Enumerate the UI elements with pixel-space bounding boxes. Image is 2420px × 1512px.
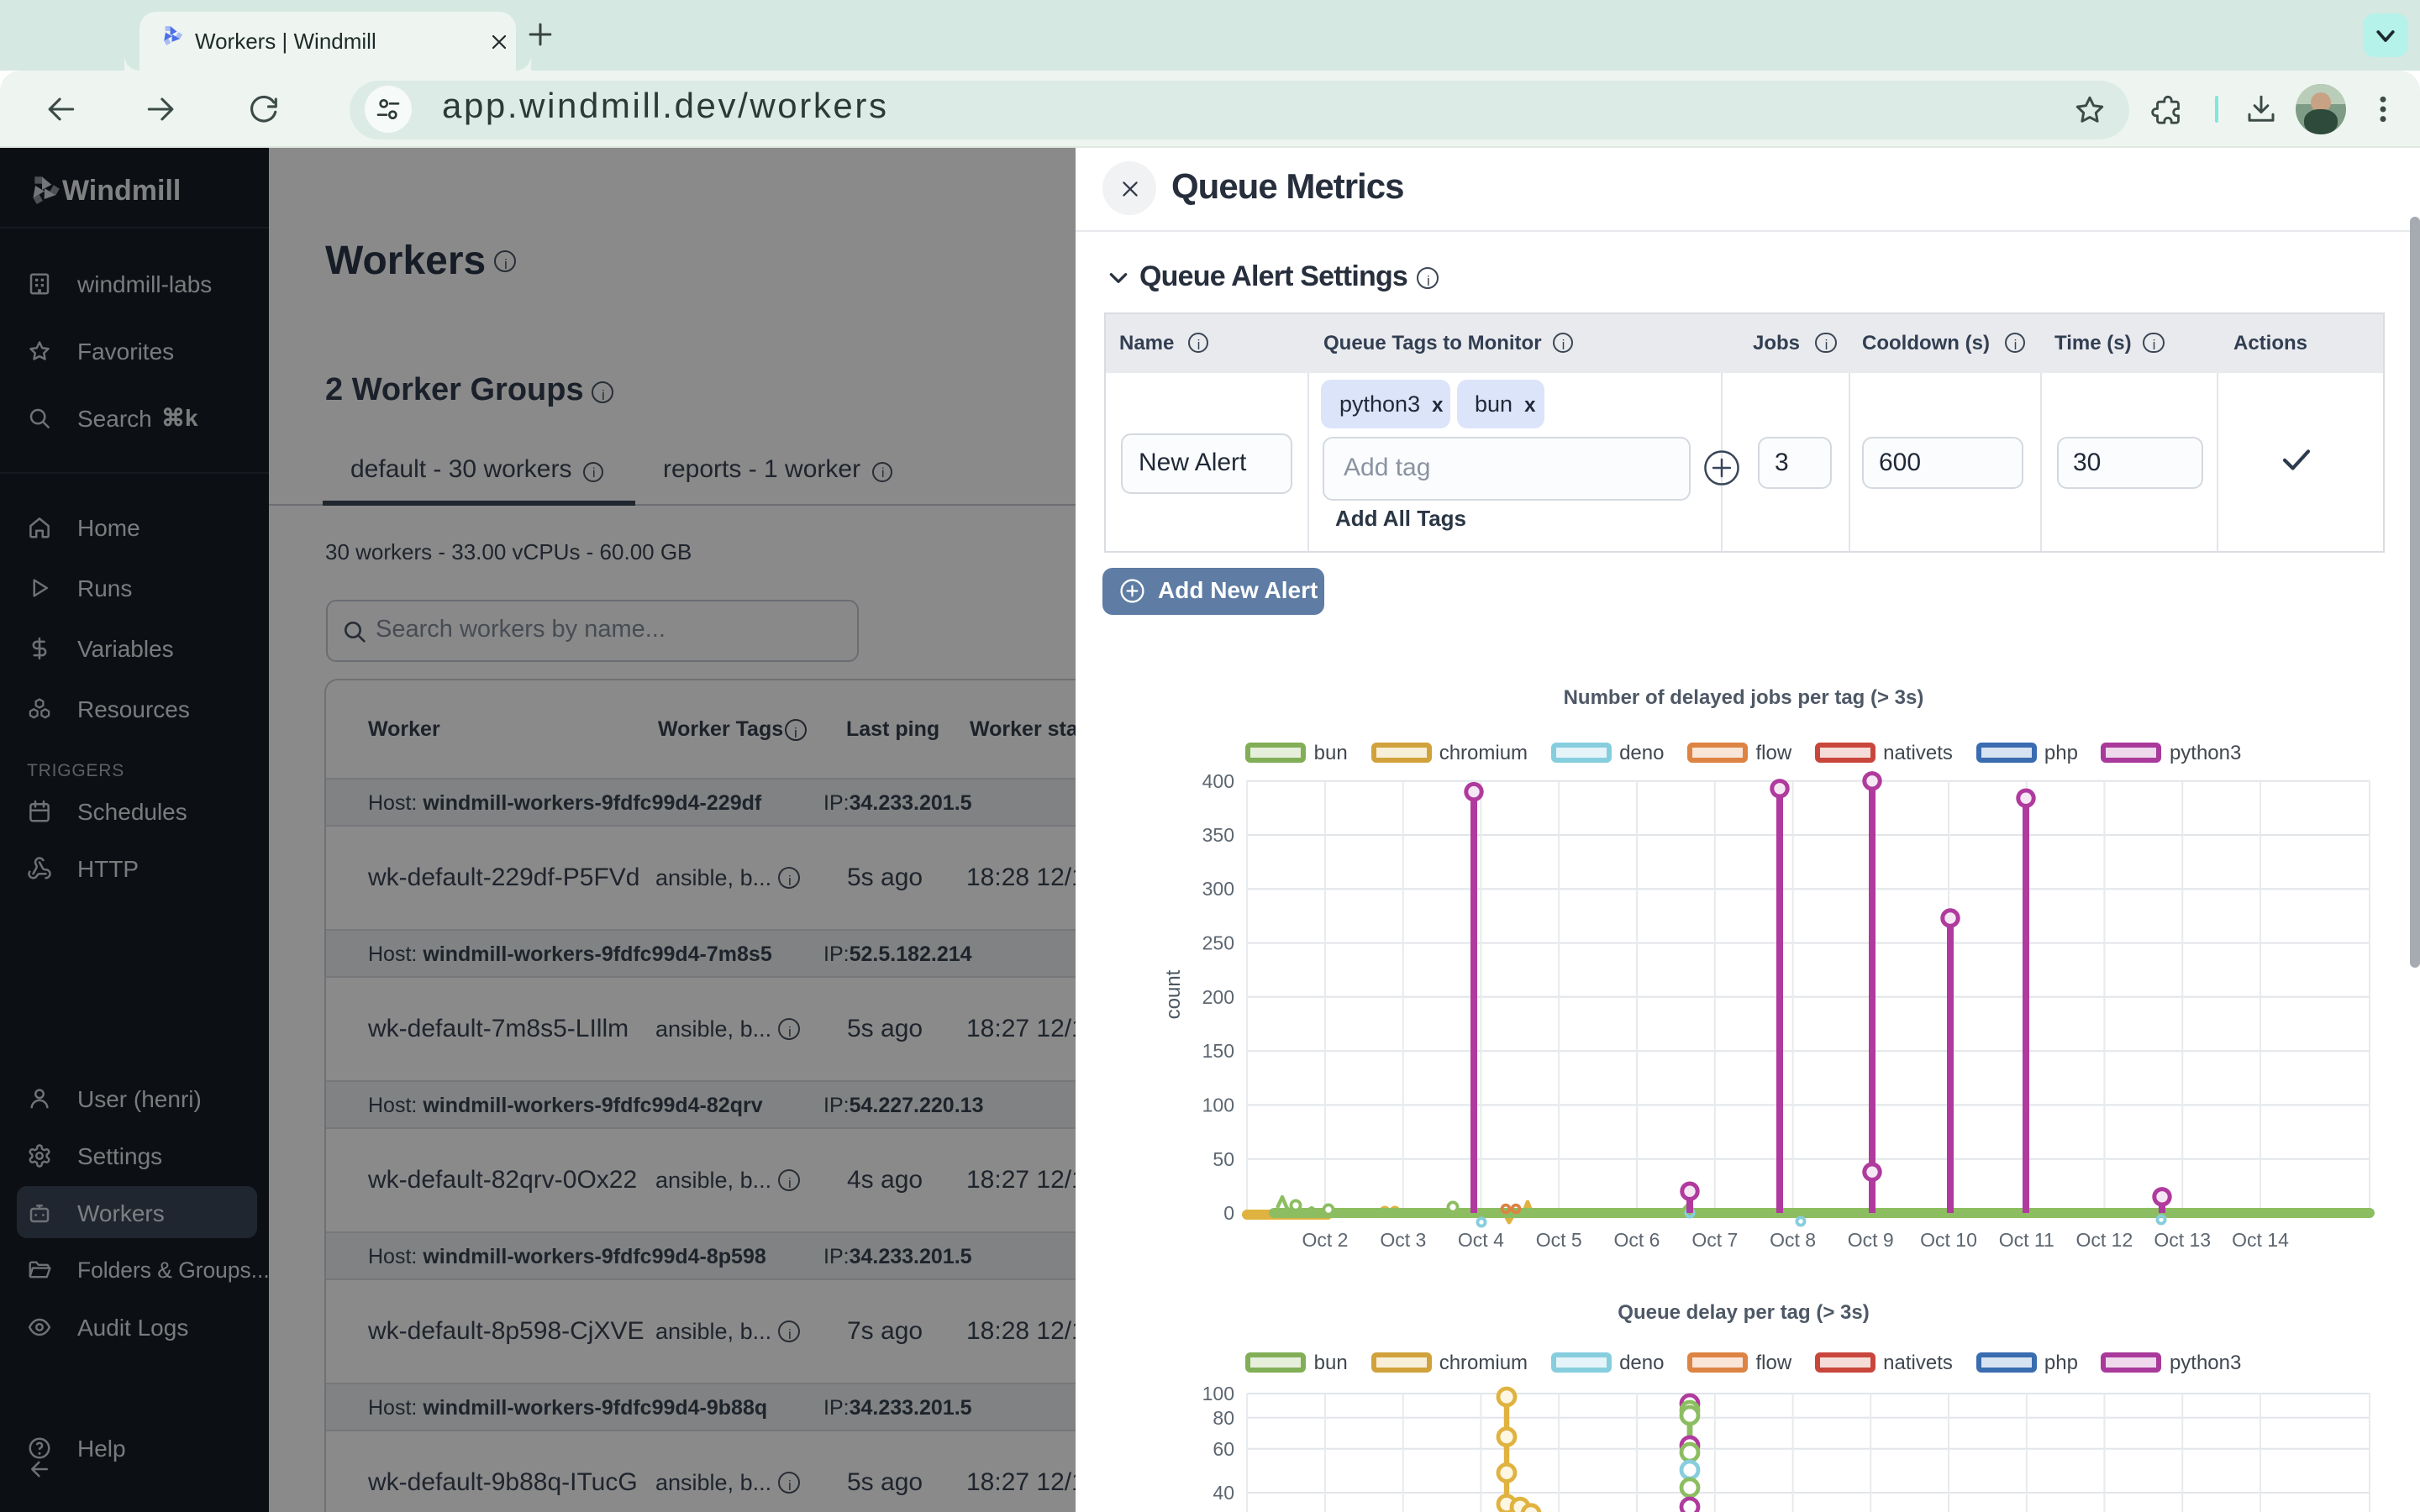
svg-text:400: 400	[1202, 770, 1234, 792]
svg-text:Oct 13: Oct 13	[2154, 1229, 2211, 1251]
svg-text:Oct 10: Oct 10	[1920, 1229, 1977, 1251]
svg-text:Oct 3: Oct 3	[1380, 1229, 1426, 1251]
svg-text:Oct 12: Oct 12	[2076, 1229, 2133, 1251]
svg-text:50: 50	[1213, 1148, 1234, 1170]
svg-text:Oct 14: Oct 14	[2232, 1229, 2289, 1251]
svg-text:Oct 6: Oct 6	[1614, 1229, 1660, 1251]
svg-text:200: 200	[1202, 986, 1234, 1008]
svg-text:count: count	[1162, 969, 1185, 1019]
svg-text:100: 100	[1202, 1094, 1234, 1116]
svg-text:350: 350	[1202, 824, 1234, 846]
svg-text:Oct 8: Oct 8	[1770, 1229, 1816, 1251]
svg-text:Oct 7: Oct 7	[1691, 1229, 1738, 1251]
svg-text:Oct 9: Oct 9	[1848, 1229, 1894, 1251]
svg-text:60: 60	[1213, 1438, 1234, 1460]
svg-text:250: 250	[1202, 932, 1234, 954]
svg-text:40: 40	[1213, 1482, 1234, 1504]
svg-text:80: 80	[1213, 1407, 1234, 1429]
svg-text:Oct 2: Oct 2	[1302, 1229, 1349, 1251]
svg-text:100: 100	[1202, 1383, 1234, 1404]
svg-text:300: 300	[1202, 878, 1234, 900]
svg-text:Oct 4: Oct 4	[1458, 1229, 1504, 1251]
svg-text:Oct 11: Oct 11	[1999, 1229, 2054, 1251]
svg-text:150: 150	[1202, 1040, 1234, 1062]
svg-text:Oct 5: Oct 5	[1536, 1229, 1582, 1251]
svg-text:0: 0	[1223, 1202, 1234, 1224]
